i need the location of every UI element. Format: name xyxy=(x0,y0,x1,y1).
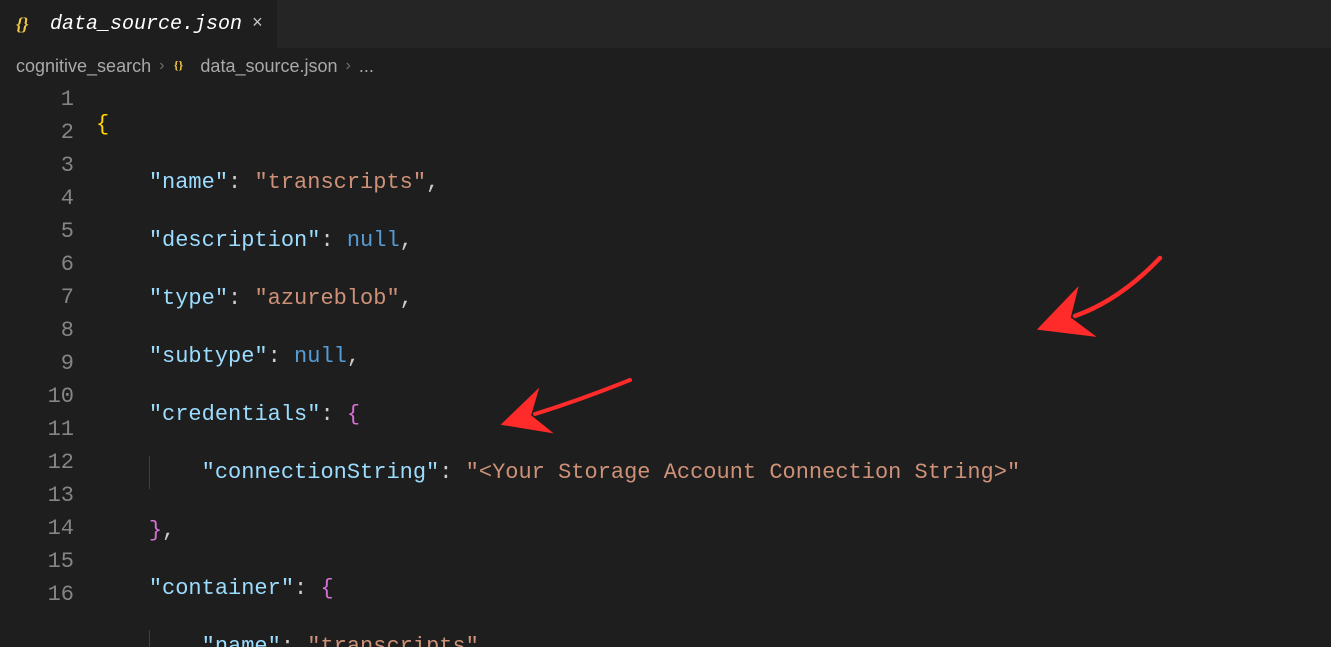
breadcrumb-item-folder[interactable]: cognitive_search xyxy=(16,56,151,77)
json-null: null xyxy=(294,344,347,369)
json-string: "azureblob" xyxy=(254,286,399,311)
json-string: "transcripts" xyxy=(254,170,426,195)
line-number: 4 xyxy=(0,182,74,215)
json-string: "transcripts" xyxy=(307,634,479,647)
tab-data-source-json[interactable]: {} data_source.json × xyxy=(0,0,277,48)
brace-open: { xyxy=(347,402,360,427)
brace-close: } xyxy=(149,518,162,543)
svg-text:{}: {} xyxy=(16,14,29,34)
json-key: "name" xyxy=(202,634,281,647)
code-line: { xyxy=(96,108,1331,141)
line-number: 14 xyxy=(0,512,74,545)
json-null: null xyxy=(347,228,400,253)
code-line: "credentials": { xyxy=(96,398,1331,431)
line-number: 2 xyxy=(0,116,74,149)
line-number: 3 xyxy=(0,149,74,182)
line-number: 11 xyxy=(0,413,74,446)
json-key: "description" xyxy=(149,228,321,253)
tab-bar: {} data_source.json × xyxy=(0,0,1331,49)
json-key: "name" xyxy=(149,170,228,195)
line-number: 8 xyxy=(0,314,74,347)
code-line: "name": "transcripts", xyxy=(96,630,1331,647)
code-content[interactable]: { "name": "transcripts", "description": … xyxy=(96,83,1331,647)
code-line: "name": "transcripts", xyxy=(96,166,1331,199)
json-braces-icon: {} xyxy=(14,11,40,37)
line-number: 7 xyxy=(0,281,74,314)
json-braces-icon: {} xyxy=(172,56,192,76)
json-key: "subtype" xyxy=(149,344,268,369)
code-line: "description": null, xyxy=(96,224,1331,257)
code-line: }, xyxy=(96,514,1331,547)
json-key: "type" xyxy=(149,286,228,311)
json-string: "<Your Storage Account Connection String… xyxy=(466,460,1021,485)
chevron-right-icon: › xyxy=(346,57,351,75)
breadcrumb-item-symbol[interactable]: ... xyxy=(359,56,374,77)
tab-filename: data_source.json xyxy=(50,13,242,36)
code-line: "type": "azureblob", xyxy=(96,282,1331,315)
close-icon[interactable]: × xyxy=(252,14,263,34)
line-number: 13 xyxy=(0,479,74,512)
json-key: "container" xyxy=(149,576,294,601)
brace-open: { xyxy=(96,112,109,137)
line-number: 5 xyxy=(0,215,74,248)
line-number: 15 xyxy=(0,545,74,578)
line-number: 16 xyxy=(0,578,74,611)
code-line: "connectionString": "<Your Storage Accou… xyxy=(96,456,1331,489)
brace-open: { xyxy=(320,576,333,601)
line-number: 12 xyxy=(0,446,74,479)
code-editor[interactable]: 1 2 3 4 5 6 7 8 9 10 11 12 13 14 15 16 {… xyxy=(0,83,1331,647)
line-number: 1 xyxy=(0,83,74,116)
line-number: 9 xyxy=(0,347,74,380)
code-line: "subtype": null, xyxy=(96,340,1331,373)
json-key: "connectionString" xyxy=(202,460,440,485)
breadcrumb: cognitive_search › {} data_source.json ›… xyxy=(0,49,1331,83)
code-line: "container": { xyxy=(96,572,1331,605)
line-number: 6 xyxy=(0,248,74,281)
line-number: 10 xyxy=(0,380,74,413)
line-number-gutter: 1 2 3 4 5 6 7 8 9 10 11 12 13 14 15 16 xyxy=(0,83,96,647)
svg-text:{}: {} xyxy=(174,58,184,72)
json-key: "credentials" xyxy=(149,402,321,427)
breadcrumb-item-file[interactable]: data_source.json xyxy=(200,56,337,77)
chevron-right-icon: › xyxy=(159,57,164,75)
